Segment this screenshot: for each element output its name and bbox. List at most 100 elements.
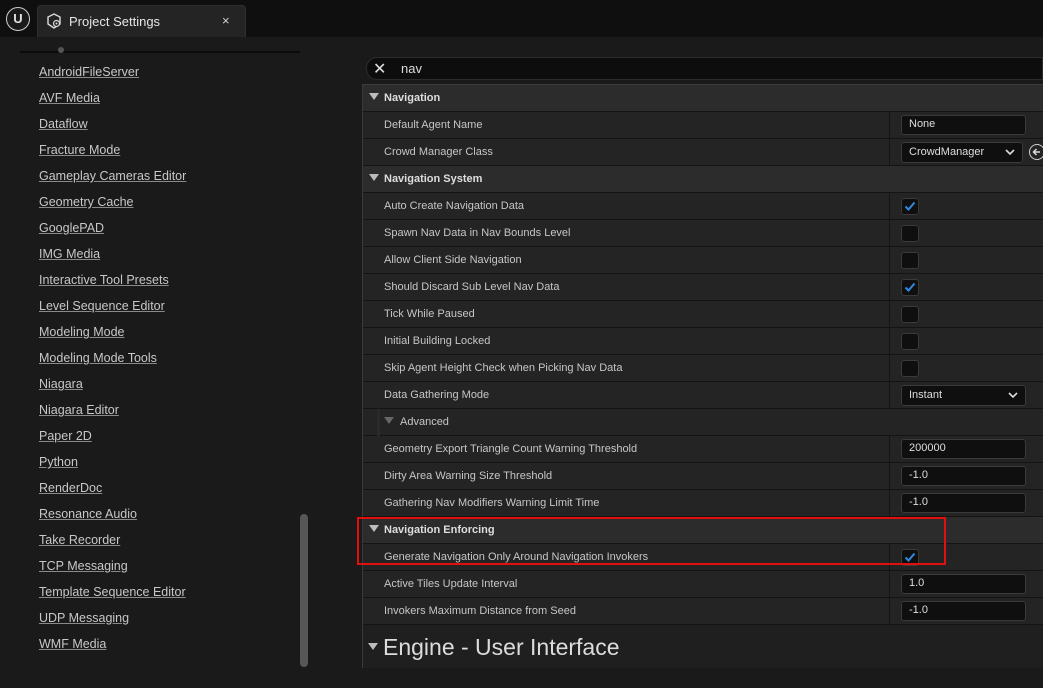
sidebar-item-wmf-media[interactable]: WMF Media: [39, 636, 186, 662]
column-splitter[interactable]: [889, 193, 890, 219]
property-row: Tick While Paused: [363, 301, 1043, 328]
sidebar-item-dataflow[interactable]: Dataflow: [39, 116, 186, 142]
chevron-down-icon[interactable]: [369, 525, 379, 532]
sidebar-scrollbar[interactable]: [300, 514, 308, 667]
tab-project-settings[interactable]: Project Settings ×: [37, 5, 246, 37]
sidebar-item-fracture-mode[interactable]: Fracture Mode: [39, 142, 186, 168]
project-settings-icon: [47, 13, 61, 29]
generate-only-around-invokers-checkbox[interactable]: [901, 549, 919, 566]
sidebar-item-paper-2d[interactable]: Paper 2D: [39, 428, 186, 454]
column-splitter[interactable]: [889, 436, 890, 462]
category-navigation[interactable]: Navigation: [363, 85, 1043, 112]
initial-building-locked-checkbox[interactable]: [901, 333, 919, 350]
property-label: Generate Navigation Only Around Navigati…: [384, 551, 649, 563]
scroll-indicator: [58, 47, 64, 53]
category-navigation-system[interactable]: Navigation System: [363, 166, 1043, 193]
column-splitter[interactable]: [889, 355, 890, 381]
close-icon[interactable]: ✕: [373, 59, 386, 79]
geometry-export-threshold-field[interactable]: 200000: [901, 439, 1026, 459]
search-box[interactable]: ✕: [366, 57, 1043, 80]
advanced-expander[interactable]: Advanced: [363, 409, 1043, 436]
dropdown-value: Instant: [909, 389, 943, 401]
property-row: Should Discard Sub Level Nav Data: [363, 274, 1043, 301]
sidebar-item-avf-media[interactable]: AVF Media: [39, 90, 186, 116]
property-label: Allow Client Side Navigation: [384, 254, 522, 266]
section-title: Engine - User Interface: [383, 634, 620, 660]
advanced-label: Advanced: [400, 416, 449, 428]
checkmark-icon: [904, 552, 916, 562]
default-agent-name-field[interactable]: None: [901, 115, 1026, 135]
skip-agent-height-check-checkbox[interactable]: [901, 360, 919, 377]
property-label: Dirty Area Warning Size Threshold: [384, 470, 553, 482]
property-row: Generate Navigation Only Around Navigati…: [363, 544, 1043, 571]
column-splitter[interactable]: [889, 382, 890, 408]
sidebar-item-googlepad[interactable]: GooglePAD: [39, 220, 186, 246]
sidebar-item-level-sequence-editor[interactable]: Level Sequence Editor: [39, 298, 186, 324]
property-row: Allow Client Side Navigation: [363, 247, 1043, 274]
data-gathering-mode-dropdown[interactable]: Instant: [901, 385, 1026, 406]
column-splitter[interactable]: [889, 571, 890, 597]
sidebar-item-tcp-messaging[interactable]: TCP Messaging: [39, 558, 186, 584]
sidebar-item-geometry-cache[interactable]: Geometry Cache: [39, 194, 186, 220]
search-input[interactable]: [401, 60, 1001, 77]
chevron-down-icon[interactable]: [368, 643, 378, 650]
column-splitter[interactable]: [889, 274, 890, 300]
sidebar-item-modeling-mode-tools[interactable]: Modeling Mode Tools: [39, 350, 186, 376]
property-row: Skip Agent Height Check when Picking Nav…: [363, 355, 1043, 382]
property-label: Auto Create Navigation Data: [384, 200, 525, 212]
column-splitter[interactable]: [889, 544, 890, 570]
column-splitter[interactable]: [889, 112, 890, 138]
property-row: Spawn Nav Data in Nav Bounds Level: [363, 220, 1043, 247]
chevron-down-icon[interactable]: [369, 93, 379, 100]
settings-category-panel: AndroidFileServer AVF Media Dataflow Fra…: [0, 37, 336, 688]
property-row: Initial Building Locked: [363, 328, 1043, 355]
indent-bar: [377, 409, 380, 436]
sidebar-item-resonance-audio[interactable]: Resonance Audio: [39, 506, 186, 532]
sidebar-item-interactive-tool-presets[interactable]: Interactive Tool Presets: [39, 272, 186, 298]
unreal-engine-logo[interactable]: U: [6, 7, 30, 31]
sidebar-item-udp-messaging[interactable]: UDP Messaging: [39, 610, 186, 636]
property-label: Initial Building Locked: [384, 335, 491, 347]
category-navigation-enforcing[interactable]: Navigation Enforcing: [363, 517, 1043, 544]
column-splitter[interactable]: [889, 463, 890, 489]
chevron-down-icon[interactable]: [384, 417, 394, 424]
sidebar-item-take-recorder[interactable]: Take Recorder: [39, 532, 186, 558]
close-icon[interactable]: ×: [222, 13, 230, 28]
sidebar-item-python[interactable]: Python: [39, 454, 186, 480]
invokers-max-distance-field[interactable]: -1.0: [901, 601, 1026, 621]
column-splitter[interactable]: [889, 301, 890, 327]
property-label: Spawn Nav Data in Nav Bounds Level: [384, 227, 571, 239]
chevron-down-icon[interactable]: [369, 174, 379, 181]
auto-create-navigation-data-checkbox[interactable]: [901, 198, 919, 215]
sidebar-item-gameplay-cameras-editor[interactable]: Gameplay Cameras Editor: [39, 168, 186, 194]
spawn-nav-data-checkbox[interactable]: [901, 225, 919, 242]
property-label: Invokers Maximum Distance from Seed: [384, 605, 576, 617]
column-splitter[interactable]: [889, 598, 890, 624]
column-splitter[interactable]: [889, 247, 890, 273]
sidebar-item-renderdoc[interactable]: RenderDoc: [39, 480, 186, 506]
dirty-area-threshold-field[interactable]: -1.0: [901, 466, 1026, 486]
sidebar-item-template-sequence-editor[interactable]: Template Sequence Editor: [39, 584, 186, 610]
section-engine-user-interface[interactable]: Engine - User Interface: [363, 625, 1043, 668]
should-discard-sub-level-checkbox[interactable]: [901, 279, 919, 296]
category-title: Navigation Enforcing: [384, 524, 495, 536]
sidebar-item-niagara-editor[interactable]: Niagara Editor: [39, 402, 186, 428]
active-tiles-update-interval-field[interactable]: 1.0: [901, 574, 1026, 594]
property-label: Active Tiles Update Interval: [384, 578, 518, 590]
sidebar-item-modeling-mode[interactable]: Modeling Mode: [39, 324, 186, 350]
column-splitter[interactable]: [889, 328, 890, 354]
column-splitter[interactable]: [889, 220, 890, 246]
sidebar-item-img-media[interactable]: IMG Media: [39, 246, 186, 272]
tick-while-paused-checkbox[interactable]: [901, 306, 919, 323]
property-row: Dirty Area Warning Size Threshold -1.0: [363, 463, 1043, 490]
allow-client-side-navigation-checkbox[interactable]: [901, 252, 919, 269]
column-splitter[interactable]: [889, 139, 890, 165]
sidebar-item-androidfileserver[interactable]: AndroidFileServer: [39, 64, 186, 90]
dropdown-value: CrowdManager: [909, 146, 985, 158]
sidebar-item-niagara[interactable]: Niagara: [39, 376, 186, 402]
browse-arrow-icon[interactable]: [1029, 144, 1043, 160]
column-splitter[interactable]: [889, 490, 890, 516]
gathering-nav-modifiers-time-field[interactable]: -1.0: [901, 493, 1026, 513]
property-row: Active Tiles Update Interval 1.0: [363, 571, 1043, 598]
crowd-manager-class-dropdown[interactable]: CrowdManager: [901, 142, 1023, 163]
